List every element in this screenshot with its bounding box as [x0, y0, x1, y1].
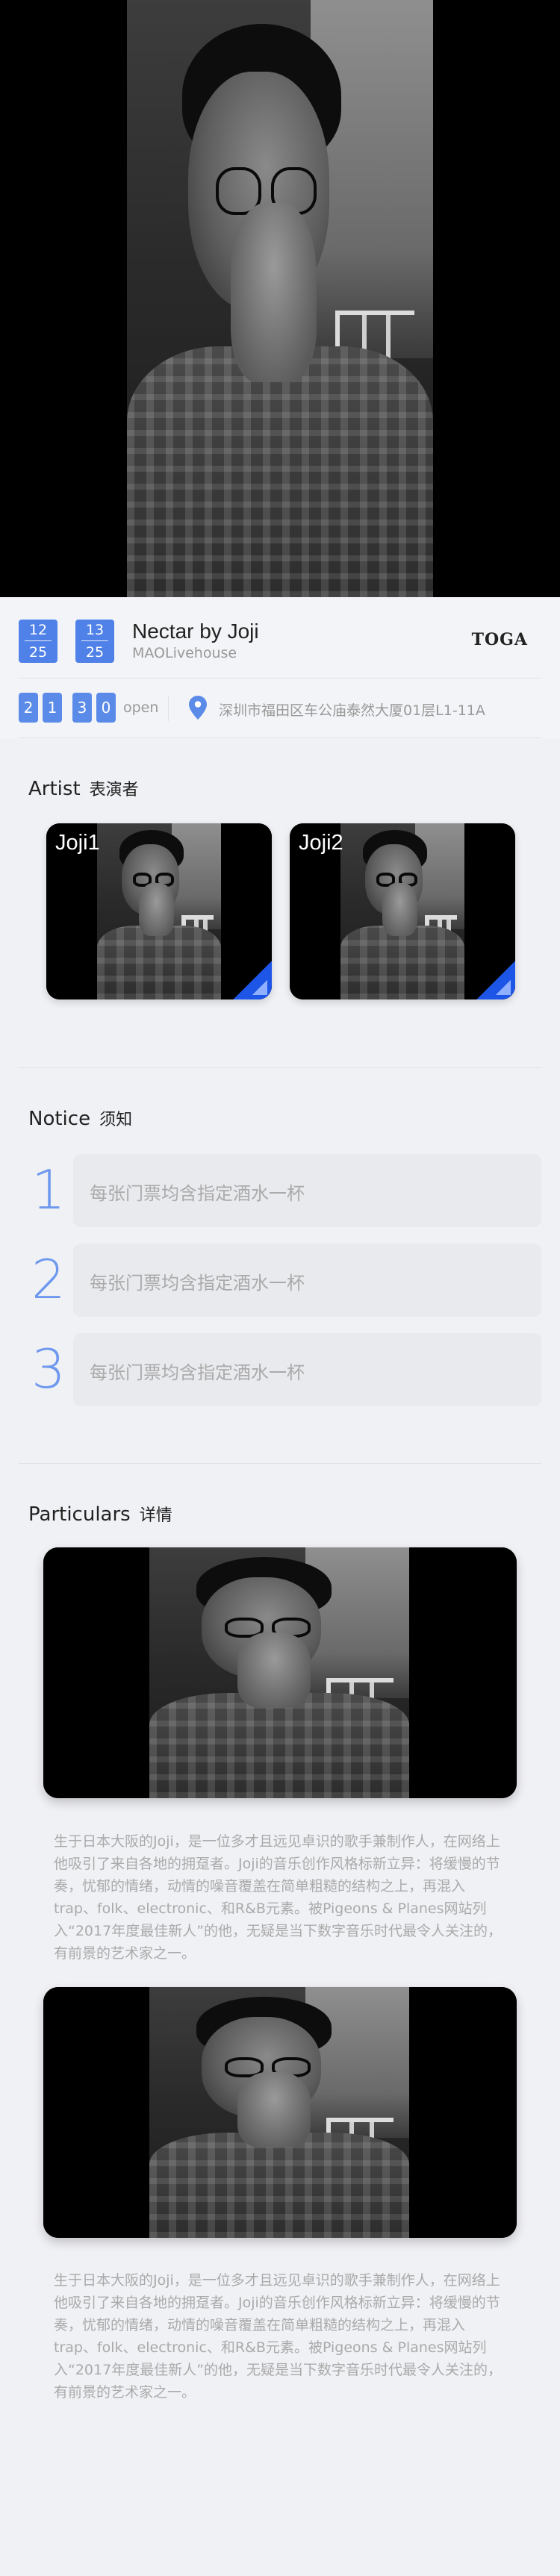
particulars-image — [43, 1547, 517, 1798]
open-label: open — [123, 699, 159, 716]
hero-image — [0, 0, 560, 597]
date-end-top: 13 — [85, 622, 105, 638]
particulars-image — [43, 1987, 517, 2238]
particulars-paragraph: 生于日本大阪的Joji，是一位多才且远见卓识的歌手兼制作人，在网络上他吸引了来自… — [54, 2272, 503, 2401]
corner-ribbon-icon — [233, 961, 272, 999]
date-start-top: 12 — [28, 622, 48, 638]
date-start-bottom: 25 — [28, 644, 48, 661]
corner-ribbon-icon — [476, 961, 515, 999]
time-digit: 2 — [19, 693, 38, 723]
venue-name[interactable]: MAOLivehouse — [132, 645, 237, 661]
artist-title-cn: 表演者 — [89, 781, 139, 799]
notice-number: 2 — [31, 1248, 66, 1311]
notice-item: 每张门票均含指定酒水一杯 — [73, 1333, 541, 1406]
notice-item: 每张门票均含指定酒水一杯 — [73, 1154, 541, 1227]
date-box-start: 12 25 — [19, 620, 57, 663]
time-digit: 0 — [96, 693, 116, 723]
event-title: Nectar by Joji — [132, 620, 259, 643]
venue-address[interactable]: 深圳市福田区车公庙泰然大厦01层L1-11A — [219, 699, 485, 720]
event-info: 12 25 13 25 Nectar by Joji MAOLivehouse … — [0, 597, 560, 739]
particulars-paragraph: 生于日本大阪的Joji，是一位多才且远见卓识的歌手兼制作人，在网络上他吸引了来自… — [54, 1833, 503, 1962]
artist-card-1[interactable]: Joji1 — [46, 823, 272, 999]
time-digit: 1 — [43, 693, 62, 723]
time-digit: 3 — [72, 693, 92, 723]
notice-item: 每张门票均含指定酒水一杯 — [73, 1244, 541, 1317]
artist-name: Joji2 — [299, 831, 343, 855]
artist-section-title: Artist 表演者 — [28, 776, 139, 800]
artist-card-2[interactable]: Joji2 — [290, 823, 515, 999]
artist-name: Joji1 — [55, 831, 100, 855]
notice-title-en: Notice — [28, 1108, 91, 1130]
date-box-end: 13 25 — [75, 620, 114, 663]
notice-number: 1 — [31, 1158, 66, 1221]
notice-text: 每张门票均含指定酒水一杯 — [90, 1273, 305, 1294]
artist-title-en: Artist — [28, 778, 81, 800]
particulars-title-en: Particulars — [28, 1503, 131, 1526]
particulars-title-cn: 详情 — [139, 1506, 172, 1525]
notice-number: 3 — [31, 1338, 66, 1400]
particulars-section-title: Particulars 详情 — [28, 1502, 172, 1526]
date-end-bottom: 25 — [85, 644, 105, 661]
notice-text: 每张门票均含指定酒水一杯 — [90, 1183, 305, 1204]
notice-text: 每张门票均含指定酒水一杯 — [90, 1362, 305, 1383]
location-pin-icon[interactable] — [189, 696, 207, 720]
brand-logo: TOGA — [471, 630, 528, 649]
notice-section-title: Notice 须知 — [28, 1106, 132, 1130]
notice-title-cn: 须知 — [99, 1111, 133, 1129]
